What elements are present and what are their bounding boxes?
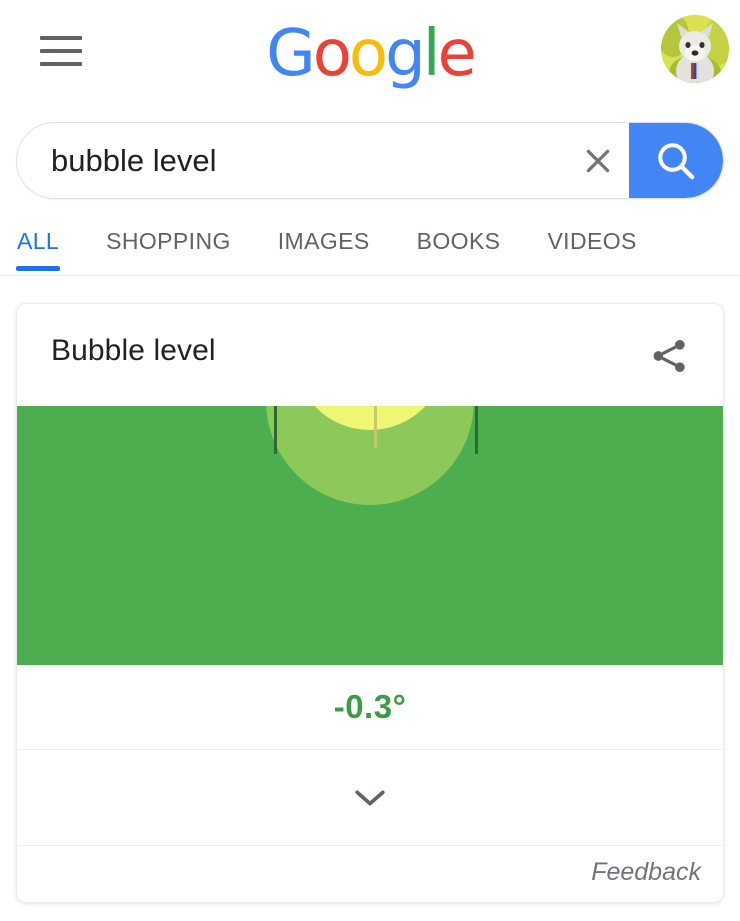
share-icon[interactable] — [647, 336, 691, 376]
tab-images[interactable]: IMAGES — [278, 218, 370, 269]
feedback-row: Feedback — [17, 846, 723, 902]
google-logo[interactable]: Google — [0, 22, 740, 86]
feedback-link[interactable]: Feedback — [591, 858, 701, 887]
logo-letter: g — [385, 17, 426, 91]
card-header: Bubble level — [17, 304, 723, 406]
search-tabs[interactable]: ALL SHOPPING IMAGES BOOKS VIDEOS — [0, 218, 740, 276]
tab-books[interactable]: BOOKS — [417, 218, 501, 269]
page-header: Google — [0, 0, 740, 100]
logo-letter: e — [437, 17, 476, 91]
tab-shopping[interactable]: SHOPPING — [106, 218, 231, 269]
tick-mark-left — [274, 406, 277, 454]
logo-letter: o — [312, 17, 352, 91]
bubble-level-card: Bubble level -0.3° Feedback — [16, 303, 724, 903]
chevron-down-icon — [355, 789, 385, 806]
level-gauge[interactable] — [17, 406, 723, 665]
avatar-dog-image — [661, 15, 729, 83]
tab-all[interactable]: ALL — [15, 218, 61, 271]
page-title: Bubble level — [51, 334, 216, 367]
logo-letter: o — [348, 17, 388, 91]
angle-value: -0.3° — [333, 688, 407, 725]
tick-mark-right — [475, 406, 478, 454]
expand-button[interactable] — [17, 750, 723, 846]
search-results-page: Google bubble level ALL SHOPPING IMAGES … — [0, 0, 740, 921]
search-icon — [658, 142, 695, 179]
close-icon[interactable] — [581, 144, 615, 178]
logo-letter: l — [422, 17, 441, 91]
logo-letter: G — [266, 17, 316, 91]
search-button[interactable] — [629, 123, 723, 198]
tab-videos[interactable]: VIDEOS — [547, 218, 636, 269]
angle-readout: -0.3° — [17, 665, 723, 750]
avatar[interactable] — [661, 15, 729, 83]
search-input[interactable] — [51, 123, 591, 198]
search-bar[interactable] — [16, 122, 724, 199]
tick-mark-center — [374, 406, 377, 448]
